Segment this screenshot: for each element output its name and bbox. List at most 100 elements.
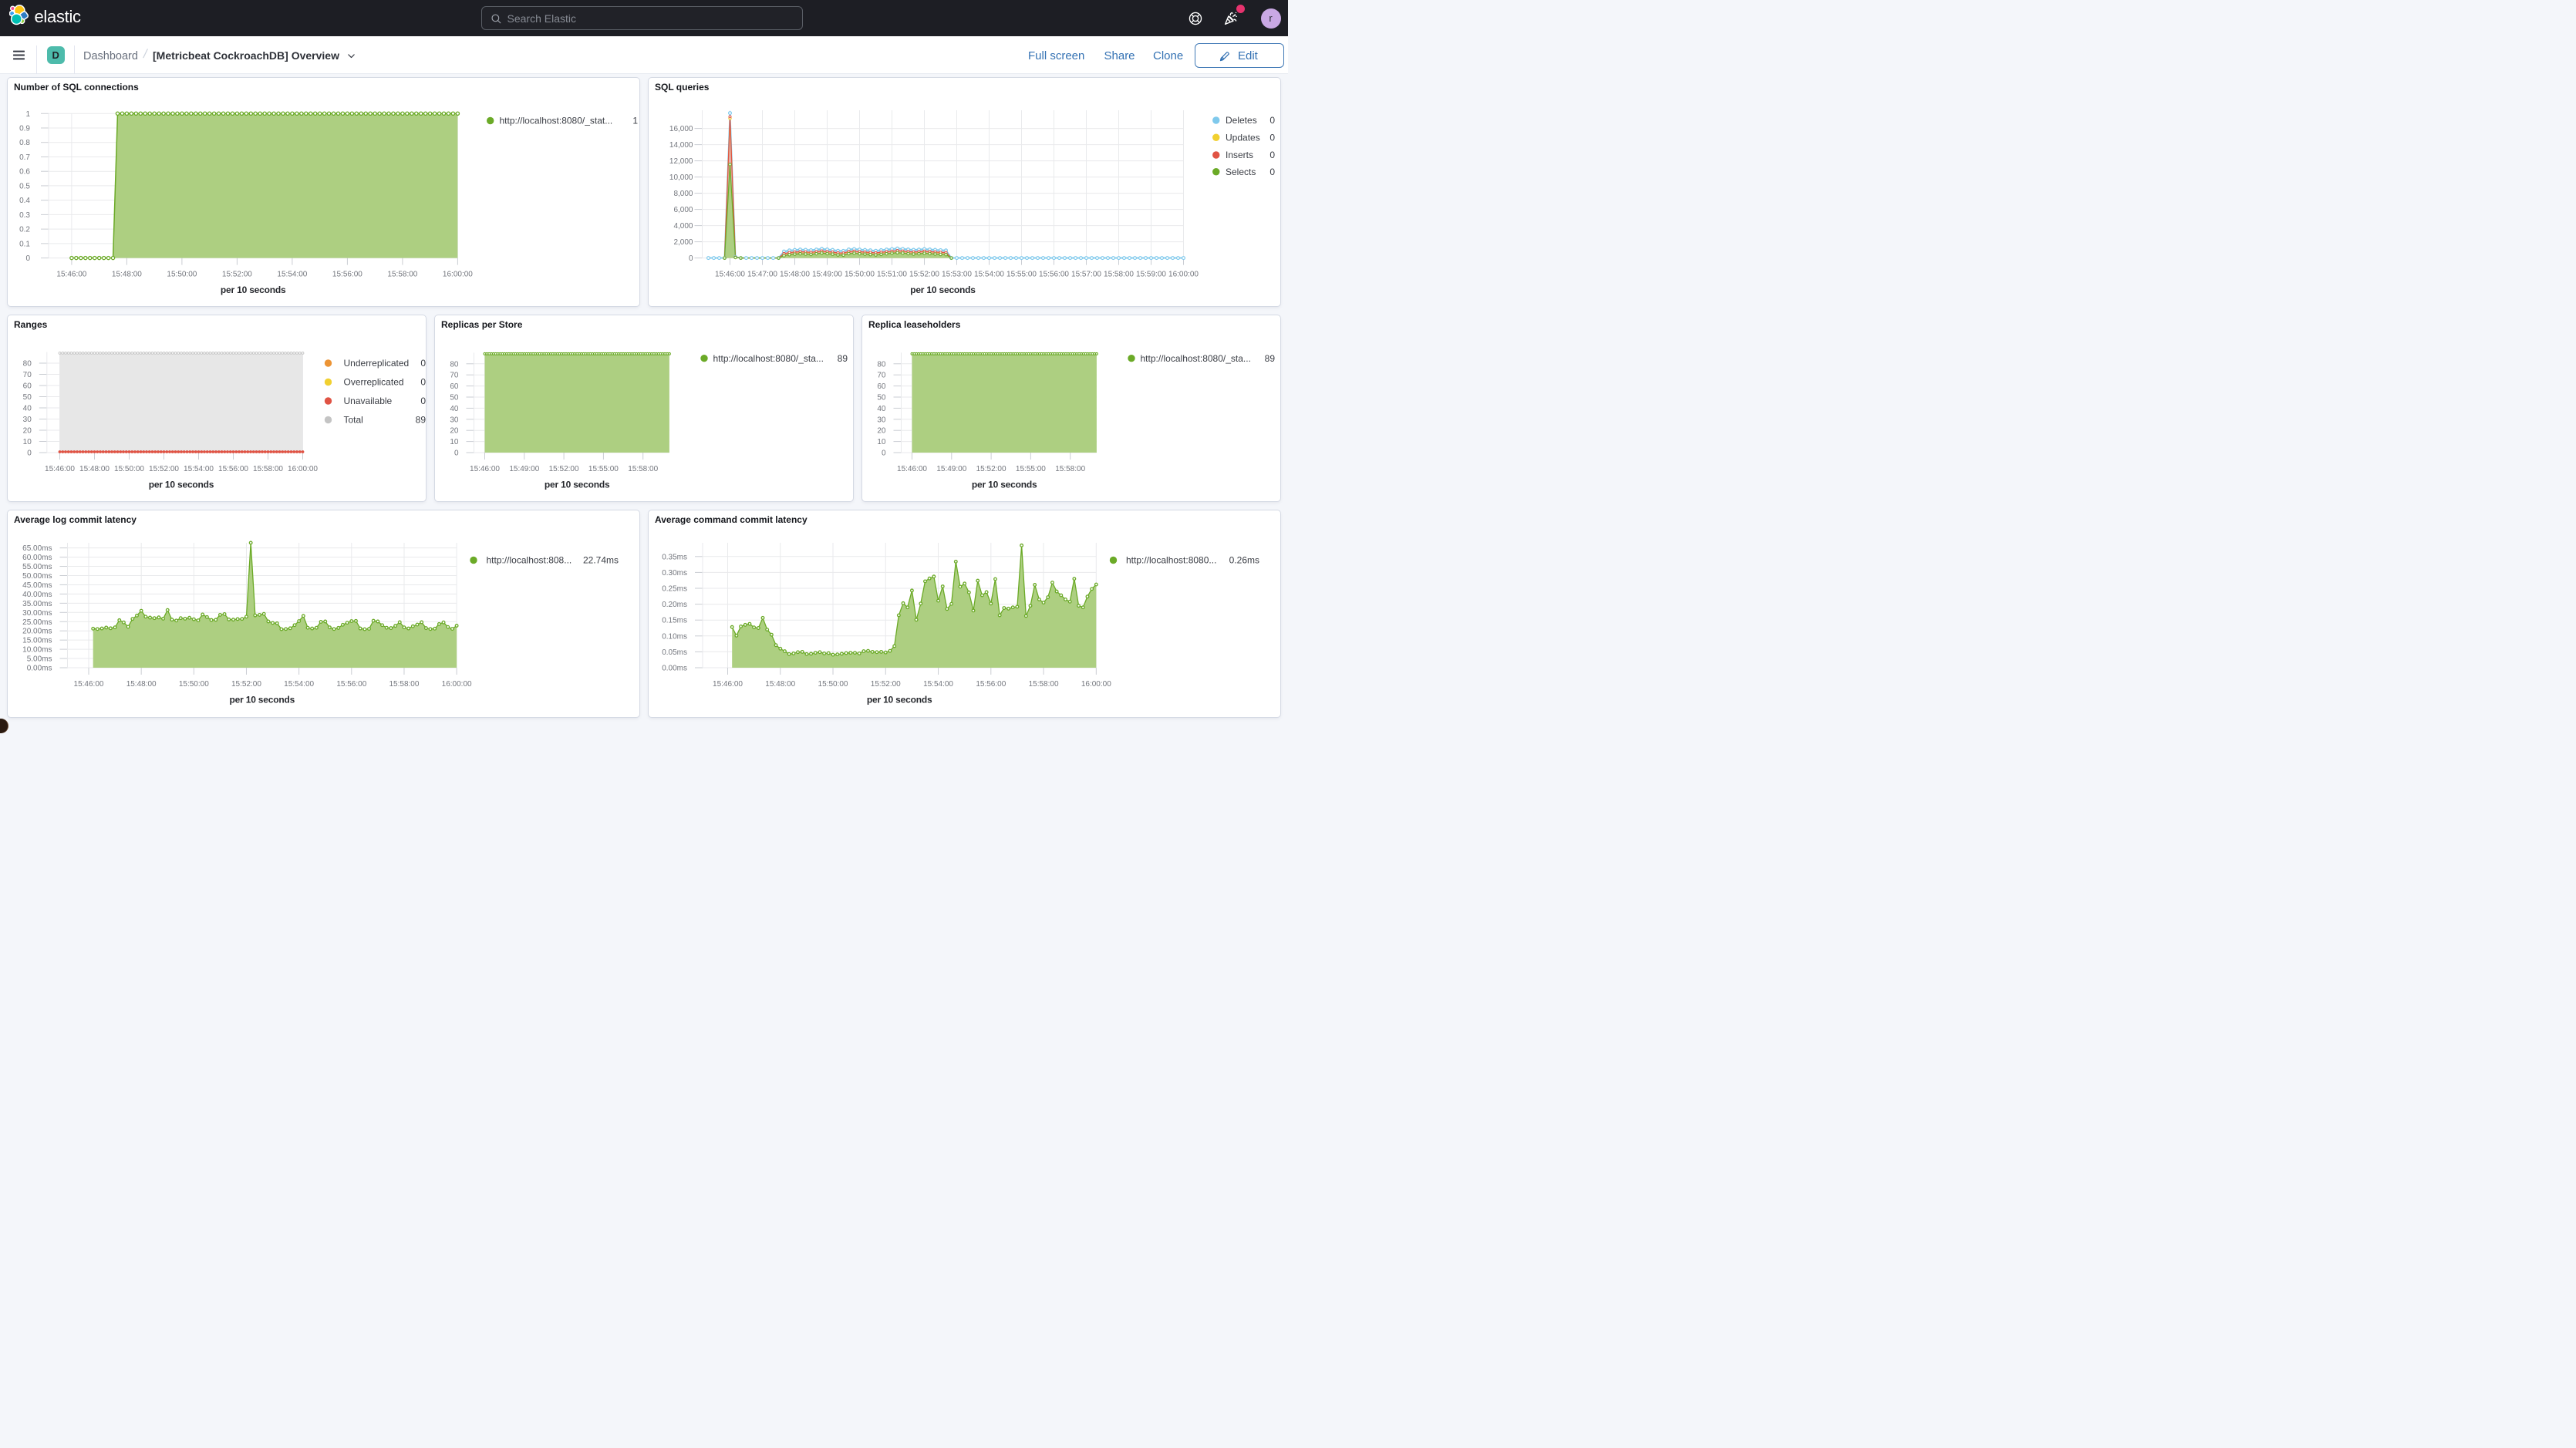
svg-text:0.10ms: 0.10ms (662, 632, 687, 641)
svg-text:per 10 seconds: per 10 seconds (910, 285, 976, 295)
svg-text:15:56:00: 15:56:00 (218, 465, 248, 473)
svg-text:15:48:00: 15:48:00 (79, 465, 110, 473)
svg-text:15:52:00: 15:52:00 (976, 465, 1006, 473)
svg-text:0.7: 0.7 (19, 153, 30, 162)
svg-text:http://localhost:8080/_sta...: http://localhost:8080/_sta... (1141, 352, 1251, 363)
svg-text:15:48:00: 15:48:00 (126, 680, 157, 689)
svg-text:15:48:00: 15:48:00 (112, 271, 142, 279)
svg-text:10: 10 (877, 438, 886, 446)
svg-text:40.00ms: 40.00ms (22, 590, 52, 598)
svg-text:Selects: Selects (1226, 167, 1256, 177)
svg-text:50: 50 (450, 393, 459, 402)
svg-text:15:47:00: 15:47:00 (747, 271, 777, 279)
svg-text:16:00:00: 16:00:00 (442, 680, 472, 689)
svg-text:0.8: 0.8 (19, 139, 30, 147)
svg-text:4,000: 4,000 (673, 222, 693, 231)
svg-text:80: 80 (450, 360, 459, 369)
svg-text:per 10 seconds: per 10 seconds (221, 285, 286, 295)
svg-text:15:50:00: 15:50:00 (167, 271, 197, 279)
svg-text:0.26ms: 0.26ms (1229, 554, 1259, 565)
svg-text:10: 10 (450, 438, 459, 446)
svg-text:89: 89 (838, 352, 848, 363)
svg-text:10,000: 10,000 (669, 173, 693, 182)
svg-text:15:50:00: 15:50:00 (114, 465, 144, 473)
svg-text:0.00ms: 0.00ms (662, 664, 687, 672)
svg-text:per 10 seconds: per 10 seconds (545, 479, 610, 490)
svg-text:15:46:00: 15:46:00 (715, 271, 745, 279)
svg-text:1: 1 (25, 110, 30, 119)
svg-text:15:52:00: 15:52:00 (909, 271, 939, 279)
svg-text:15:51:00: 15:51:00 (877, 271, 907, 279)
svg-text:0: 0 (420, 396, 426, 406)
svg-text:15:58:00: 15:58:00 (389, 680, 419, 689)
svg-text:0.15ms: 0.15ms (662, 616, 687, 625)
svg-text:22.74ms: 22.74ms (583, 554, 619, 565)
svg-text:0: 0 (882, 449, 886, 457)
svg-text:15:56:00: 15:56:00 (976, 680, 1006, 689)
svg-text:1: 1 (632, 116, 638, 126)
svg-text:0: 0 (27, 449, 32, 457)
svg-text:8,000: 8,000 (673, 190, 693, 198)
svg-text:15.00ms: 15.00ms (22, 636, 52, 645)
svg-text:Underreplicated: Underreplicated (344, 358, 410, 369)
svg-text:40: 40 (23, 404, 32, 413)
svg-text:Overreplicated: Overreplicated (344, 376, 404, 387)
svg-text:http://localhost:8080/_stat...: http://localhost:8080/_stat... (500, 116, 613, 126)
svg-text:30: 30 (450, 416, 459, 424)
svg-text:15:54:00: 15:54:00 (184, 465, 214, 473)
svg-text:80: 80 (877, 360, 886, 369)
svg-text:0.2: 0.2 (19, 226, 30, 234)
svg-text:0.30ms: 0.30ms (662, 568, 687, 577)
svg-text:0: 0 (25, 254, 30, 263)
svg-text:15:46:00: 15:46:00 (470, 465, 500, 473)
svg-text:Unavailable: Unavailable (344, 396, 393, 406)
svg-text:15:59:00: 15:59:00 (1136, 271, 1166, 279)
svg-text:0: 0 (420, 358, 426, 369)
svg-text:15:46:00: 15:46:00 (74, 680, 104, 689)
svg-text:15:54:00: 15:54:00 (284, 680, 314, 689)
svg-text:10.00ms: 10.00ms (22, 645, 52, 654)
svg-text:0: 0 (689, 254, 693, 263)
svg-text:15:46:00: 15:46:00 (713, 680, 743, 689)
svg-text:15:46:00: 15:46:00 (45, 465, 75, 473)
svg-text:60: 60 (450, 382, 459, 391)
svg-text:0.35ms: 0.35ms (662, 553, 687, 561)
svg-text:50.00ms: 50.00ms (22, 572, 52, 581)
svg-text:15:54:00: 15:54:00 (923, 680, 953, 689)
svg-text:30: 30 (877, 416, 886, 424)
svg-text:40: 40 (450, 404, 459, 413)
svg-text:15:57:00: 15:57:00 (1071, 271, 1101, 279)
svg-text:15:50:00: 15:50:00 (845, 271, 875, 279)
svg-text:Deletes: Deletes (1226, 115, 1257, 126)
svg-text:70: 70 (450, 371, 459, 379)
svg-text:35.00ms: 35.00ms (22, 599, 52, 608)
svg-text:15:48:00: 15:48:00 (765, 680, 795, 689)
svg-text:15:55:00: 15:55:00 (1006, 271, 1037, 279)
svg-text:Total: Total (344, 414, 363, 425)
svg-text:15:52:00: 15:52:00 (549, 465, 579, 473)
svg-text:Updates: Updates (1226, 132, 1260, 143)
svg-text:65.00ms: 65.00ms (22, 544, 52, 553)
svg-text:15:54:00: 15:54:00 (974, 271, 1004, 279)
svg-text:30.00ms: 30.00ms (22, 608, 52, 617)
svg-text:http://localhost:808...: http://localhost:808... (487, 554, 572, 565)
svg-text:15:49:00: 15:49:00 (936, 465, 966, 473)
svg-text:12,000: 12,000 (669, 157, 693, 166)
svg-text:5.00ms: 5.00ms (27, 655, 52, 663)
svg-text:15:58:00: 15:58:00 (1055, 465, 1085, 473)
svg-text:60: 60 (877, 382, 886, 391)
svg-text:15:56:00: 15:56:00 (336, 680, 366, 689)
svg-text:15:58:00: 15:58:00 (1104, 271, 1134, 279)
svg-text:15:56:00: 15:56:00 (1039, 271, 1069, 279)
svg-text:15:50:00: 15:50:00 (179, 680, 209, 689)
svg-text:0.00ms: 0.00ms (27, 664, 52, 672)
svg-text:15:52:00: 15:52:00 (149, 465, 179, 473)
svg-text:15:55:00: 15:55:00 (1016, 465, 1046, 473)
svg-text:2,000: 2,000 (673, 238, 693, 247)
svg-text:Inserts: Inserts (1226, 150, 1253, 160)
svg-text:40: 40 (877, 404, 886, 413)
svg-text:16:00:00: 16:00:00 (1168, 271, 1199, 279)
svg-text:20.00ms: 20.00ms (22, 627, 52, 635)
svg-text:15:58:00: 15:58:00 (628, 465, 658, 473)
svg-text:14,000: 14,000 (669, 141, 693, 150)
